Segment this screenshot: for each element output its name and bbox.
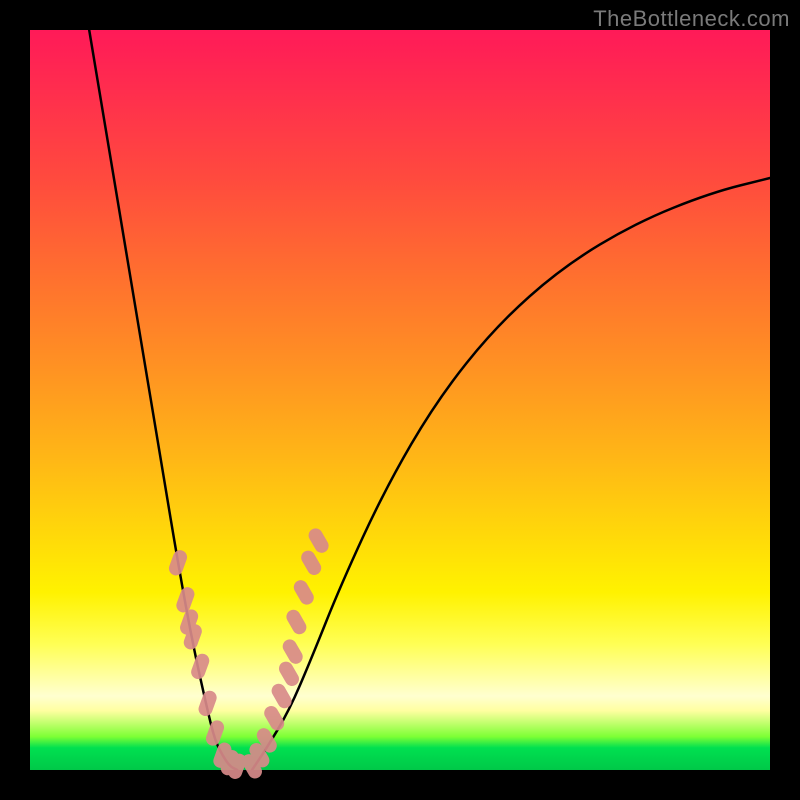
chart-frame: TheBottleneck.com xyxy=(0,0,800,800)
plot-area xyxy=(30,30,770,770)
curve-layer xyxy=(30,30,770,770)
tick-markers xyxy=(167,526,331,781)
right-curve-line xyxy=(252,178,770,770)
watermark-text: TheBottleneck.com xyxy=(593,6,790,32)
left-curve-line xyxy=(89,30,237,770)
